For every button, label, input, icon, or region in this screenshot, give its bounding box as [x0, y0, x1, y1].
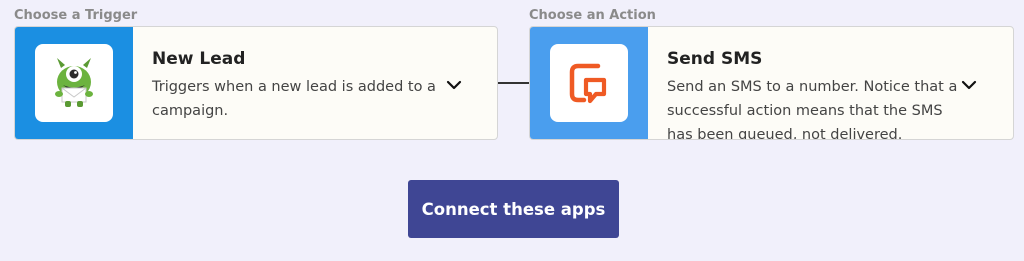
- action-description: Send an SMS to a number. Notice that a s…: [667, 79, 958, 140]
- sms-icon: [569, 63, 607, 104]
- connect-apps-button[interactable]: Connect these apps: [408, 180, 619, 238]
- optinmonster-icon: [55, 58, 93, 107]
- action-chevron-down-icon[interactable]: [958, 74, 980, 96]
- trigger-card[interactable]: New Lead Triggers when a new lead is add…: [14, 26, 498, 140]
- trigger-section-label: Choose a Trigger: [14, 8, 138, 23]
- action-title: Send SMS: [667, 49, 763, 69]
- action-icon-panel: [530, 27, 648, 139]
- trigger-chevron-down-icon[interactable]: [443, 74, 465, 96]
- trigger-icon-panel: [15, 27, 133, 139]
- action-app-tile: [550, 44, 628, 122]
- trigger-description: Triggers when a new lead is added to a c…: [152, 79, 436, 119]
- connector-line: [498, 82, 529, 84]
- action-text-block: Send SMS Send an SMS to a number. Notice…: [667, 49, 957, 139]
- trigger-app-tile: [35, 44, 113, 122]
- action-section-label: Choose an Action: [529, 8, 656, 23]
- action-card[interactable]: Send SMS Send an SMS to a number. Notice…: [529, 26, 1014, 140]
- trigger-text-block: New Lead Triggers when a new lead is add…: [152, 49, 442, 123]
- trigger-title: New Lead: [152, 49, 246, 69]
